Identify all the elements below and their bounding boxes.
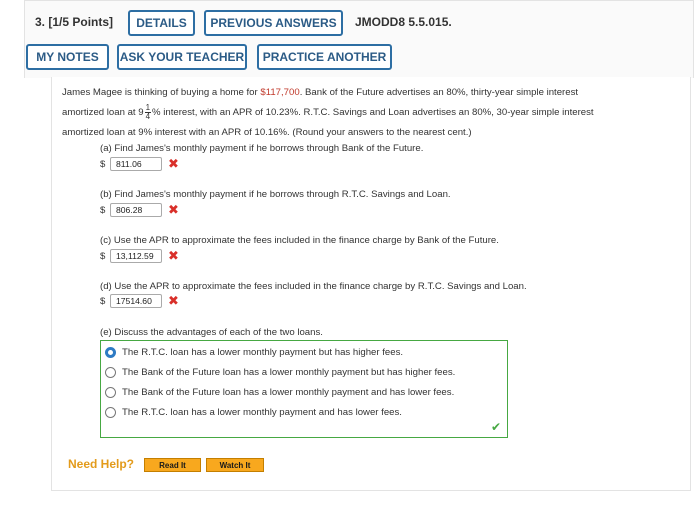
- previous-answers-button[interactable]: PREVIOUS ANSWERS: [204, 10, 343, 36]
- part-d-question: (d) Use the APR to approximate the fees …: [100, 281, 527, 292]
- part-d-answer-input[interactable]: 17514.60: [110, 294, 162, 308]
- need-help-label: Need Help?: [68, 457, 135, 471]
- option-2[interactable]: The Bank of the Future loan has a lower …: [105, 364, 455, 380]
- option-1[interactable]: The R.T.C. loan has a lower monthly paym…: [105, 344, 403, 360]
- part-a-answer-input[interactable]: 811.06: [110, 157, 162, 171]
- part-d-answer-row: $ 17514.60 ✖: [100, 293, 179, 308]
- x-mark-icon: ✖: [168, 202, 179, 217]
- part-b-question: (b) Find James's monthly payment if he b…: [100, 189, 451, 200]
- details-button[interactable]: DETAILS: [128, 10, 195, 36]
- problem-statement: James Magee is thinking of buying a home…: [62, 87, 594, 138]
- part-e-options: The R.T.C. loan has a lower monthly paym…: [100, 340, 508, 438]
- part-b-answer-row: $ 806.28 ✖: [100, 202, 179, 217]
- problem-code: JMODD8 5.5.015.: [355, 15, 452, 29]
- part-a-question: (a) Find James's monthly payment if he b…: [100, 143, 424, 154]
- radio-icon[interactable]: [105, 366, 116, 378]
- part-b-answer-input[interactable]: 806.28: [110, 203, 162, 217]
- question-content: James Magee is thinking of buying a home…: [51, 77, 691, 491]
- option-4[interactable]: The R.T.C. loan has a lower monthly paym…: [105, 404, 402, 420]
- part-c-answer-input[interactable]: 13,112.59: [110, 249, 162, 263]
- practice-another-button[interactable]: PRACTICE ANOTHER: [257, 44, 392, 70]
- option-3[interactable]: The Bank of the Future loan has a lower …: [105, 384, 454, 400]
- part-e-question: (e) Discuss the advantages of each of th…: [100, 327, 323, 338]
- question-header: 3. [1/5 Points] DETAILS PREVIOUS ANSWERS…: [24, 0, 694, 78]
- my-notes-button[interactable]: MY NOTES: [26, 44, 109, 70]
- read-it-button[interactable]: Read It: [144, 458, 201, 472]
- watch-it-button[interactable]: Watch It: [206, 458, 264, 472]
- fraction: 14: [144, 102, 152, 121]
- question-number: 3. [1/5 Points]: [35, 15, 114, 29]
- x-mark-icon: ✖: [168, 248, 179, 263]
- radio-icon[interactable]: [105, 386, 116, 398]
- part-a-answer-row: $ 811.06 ✖: [100, 156, 179, 171]
- part-c-answer-row: $ 13,112.59 ✖: [100, 248, 179, 263]
- part-c-question: (c) Use the APR to approximate the fees …: [100, 235, 499, 246]
- home-price: $117,700: [260, 87, 300, 98]
- radio-icon[interactable]: [105, 406, 116, 418]
- radio-selected-icon[interactable]: [105, 346, 116, 358]
- ask-your-teacher-button[interactable]: ASK YOUR TEACHER: [117, 44, 247, 70]
- check-mark-icon: ✔: [490, 420, 501, 434]
- x-mark-icon: ✖: [168, 293, 179, 308]
- x-mark-icon: ✖: [168, 156, 179, 171]
